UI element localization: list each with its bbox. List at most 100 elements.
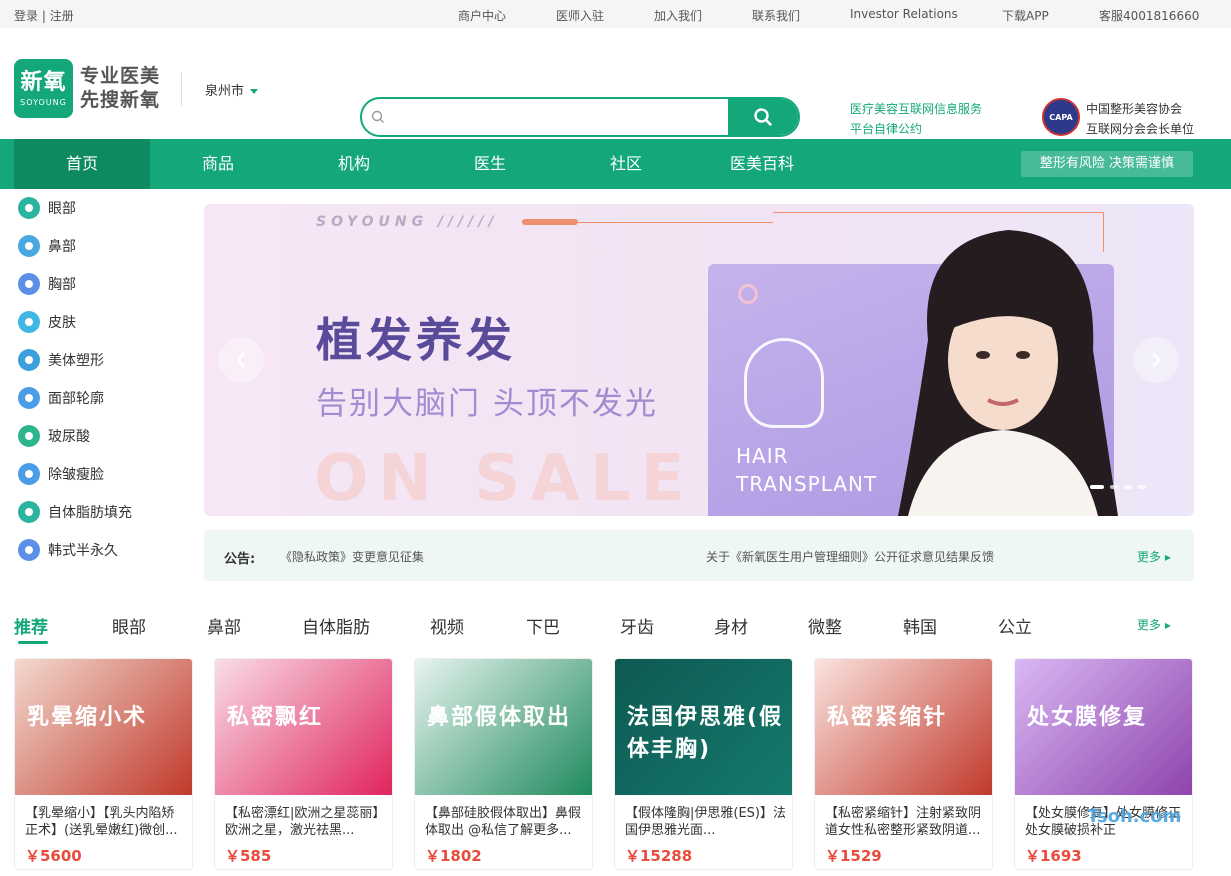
magnifier-icon bbox=[754, 108, 772, 126]
tab-recommended[interactable]: 推荐 bbox=[14, 613, 48, 638]
sidebar-label: 美体塑形 bbox=[48, 353, 104, 369]
platform-convention-link[interactable]: 平台自律公约 bbox=[850, 119, 982, 139]
product-card[interactable]: 鼻部假体取出 【鼻部硅胶假体取出】鼻假体取出 @私信了解更多... ￥1802 bbox=[414, 658, 593, 870]
sidebar-item-body-shaping[interactable]: 美体塑形 bbox=[18, 346, 104, 374]
product-card[interactable]: 处女膜修复 【处女膜修复】处女膜修正处女膜破损补正 ￥1693 bbox=[1014, 658, 1193, 870]
product-image-text: 乳晕缩小术 bbox=[27, 705, 148, 730]
banner-pagination bbox=[1090, 485, 1152, 489]
tab-chin[interactable]: 下巴 bbox=[526, 613, 560, 638]
chevron-left-icon bbox=[236, 352, 245, 368]
sidebar-item-face-contour[interactable]: 面部轮廓 bbox=[18, 384, 104, 412]
contact-us-link[interactable]: 联系我们 bbox=[752, 7, 800, 24]
tab-nose[interactable]: 鼻部 bbox=[207, 613, 241, 638]
nav-doctors[interactable]: 医生 bbox=[422, 139, 558, 189]
sidebar-item-skin[interactable]: 皮肤 bbox=[18, 308, 76, 336]
tab-korea[interactable]: 韩国 bbox=[903, 613, 937, 638]
announcement-bar: 公告: 《隐私政策》变更意见征集 关于《新氧医生用户管理细则》公开征求意见结果反… bbox=[204, 530, 1194, 581]
nav-community[interactable]: 社区 bbox=[558, 139, 694, 189]
sidebar-item-wrinkle[interactable]: 除皱瘦脸 bbox=[18, 460, 104, 488]
pagination-dot[interactable] bbox=[1124, 485, 1132, 489]
sidebar-item-eyes[interactable]: 眼部 bbox=[18, 194, 76, 222]
chest-icon bbox=[18, 273, 40, 295]
product-title[interactable]: 【假体隆胸|伊思雅(ES)】法国伊思雅光面... bbox=[625, 805, 787, 839]
tab-micro[interactable]: 微整 bbox=[808, 613, 842, 638]
watermark: Tsoh.com bbox=[1087, 806, 1182, 827]
product-image: 处女膜修复 bbox=[1015, 659, 1192, 795]
search-input[interactable] bbox=[394, 99, 728, 135]
soyoung-logo[interactable]: 新氧 SOYOUNG bbox=[14, 59, 73, 118]
product-card[interactable]: 私密紧缩针 【私密紧缩针】注射紧致阴道女性私密整形紧致阴道... ￥1529 bbox=[814, 658, 993, 870]
promo-banner[interactable]: SOYOUNG ////// 植发养发 告别大脑门 头顶不发光 ON SALE … bbox=[204, 204, 1194, 516]
join-us-link[interactable]: 加入我们 bbox=[654, 7, 702, 24]
announcement-item[interactable]: 关于《新氧医生用户管理细则》公开征求意见结果反馈 bbox=[706, 548, 994, 565]
product-title[interactable]: 【鼻部硅胶假体取出】鼻假体取出 @私信了解更多... bbox=[425, 805, 587, 839]
card-text-line2: TRANSPLANT bbox=[736, 472, 878, 496]
product-title[interactable]: 【私密漂红|欧洲之星蕊丽】欧洲之星，激光祛黑... bbox=[225, 805, 387, 839]
active-tab-indicator bbox=[18, 641, 48, 644]
product-image: 私密紧缩针 bbox=[815, 659, 992, 795]
city-selector[interactable]: 泉州市 bbox=[205, 80, 259, 99]
pagination-dot[interactable] bbox=[1138, 485, 1146, 489]
nav-products[interactable]: 商品 bbox=[150, 139, 286, 189]
product-price: ￥5600 bbox=[25, 847, 82, 865]
top-utility-bar: 登录 | 注册 商户中心 医师入驻 加入我们 联系我们 Investor Rel… bbox=[0, 0, 1231, 28]
ring-decoration bbox=[738, 284, 758, 304]
city-label: 泉州市 bbox=[205, 84, 245, 99]
download-app-link[interactable]: 下载APP bbox=[1002, 7, 1049, 24]
sidebar-label: 韩式半永久 bbox=[48, 543, 118, 559]
product-title[interactable]: 【私密紧缩针】注射紧致阴道女性私密整形紧致阴道... bbox=[825, 805, 987, 839]
banner-next-button[interactable] bbox=[1133, 337, 1179, 383]
nav-encyclopedia[interactable]: 医美百科 bbox=[694, 139, 830, 189]
tab-public[interactable]: 公立 bbox=[998, 613, 1032, 638]
tab-body[interactable]: 身材 bbox=[714, 613, 748, 638]
announcement-more-link[interactable]: 更多 ▸ bbox=[1137, 548, 1171, 565]
tab-teeth[interactable]: 牙齿 bbox=[620, 613, 654, 638]
syringe-icon bbox=[18, 425, 40, 447]
login-link[interactable]: 登录 bbox=[14, 9, 38, 23]
announcement-item[interactable]: 《隐私政策》变更意见征集 bbox=[280, 548, 424, 565]
product-price: ￥15288 bbox=[625, 847, 693, 865]
pagination-dot[interactable] bbox=[1090, 485, 1104, 489]
sidebar-label: 鼻部 bbox=[48, 239, 76, 255]
skin-icon bbox=[18, 311, 40, 333]
product-card[interactable]: 乳晕缩小术【乳晕缩小】【乳头内陷矫正术】(送乳晕嫩红)微创... ￥5600 bbox=[14, 658, 193, 870]
search-button[interactable] bbox=[728, 99, 798, 135]
search-icon bbox=[362, 99, 394, 135]
nav-institutions[interactable]: 机构 bbox=[286, 139, 422, 189]
tab-eyes[interactable]: 眼部 bbox=[112, 613, 146, 638]
product-card[interactable]: 私密飘红 【私密漂红|欧洲之星蕊丽】欧洲之星，激光祛黑... ￥585 bbox=[214, 658, 393, 870]
banner-prev-button[interactable] bbox=[218, 337, 264, 383]
body-icon bbox=[18, 349, 40, 371]
logo-sub-text: SOYOUNG bbox=[20, 97, 67, 107]
banner-subtitle: 告别大脑门 头顶不发光 bbox=[316, 386, 658, 422]
pagination-dot[interactable] bbox=[1110, 485, 1118, 489]
logo-main-text: 新氧 bbox=[20, 69, 67, 95]
tab-video[interactable]: 视频 bbox=[430, 613, 464, 638]
slogan: 专业医美 先搜新氧 bbox=[80, 64, 160, 112]
banner-brand: SOYOUNG ////// bbox=[316, 214, 499, 230]
sidebar-label: 自体脂肪填充 bbox=[48, 505, 132, 521]
sidebar-item-hyaluronic[interactable]: 玻尿酸 bbox=[18, 422, 90, 450]
internet-info-service-link[interactable]: 医疗美容互联网信息服务 bbox=[850, 99, 982, 119]
product-image-text: 法国伊思雅(假体丰胸) bbox=[627, 705, 784, 762]
product-card[interactable]: 法国伊思雅(假体丰胸) 【假体隆胸|伊思雅(ES)】法国伊思雅光面... ￥1528… bbox=[614, 658, 793, 870]
nav-home[interactable]: 首页 bbox=[14, 139, 150, 189]
slogan-line1: 专业医美 bbox=[80, 65, 161, 87]
customer-service-phone[interactable]: 客服4001816660 bbox=[1099, 7, 1199, 24]
auth-links: 登录 | 注册 bbox=[14, 7, 74, 24]
sidebar-item-fat-fill[interactable]: 自体脂肪填充 bbox=[18, 498, 132, 526]
search-bar bbox=[360, 97, 800, 137]
sidebar-item-nose[interactable]: 鼻部 bbox=[18, 232, 76, 260]
merchant-center-link[interactable]: 商户中心 bbox=[458, 7, 506, 24]
product-image-text: 私密飘红 bbox=[227, 705, 324, 730]
investor-relations-link[interactable]: Investor Relations bbox=[850, 7, 958, 21]
service-links: 医疗美容互联网信息服务 平台自律公约 bbox=[850, 99, 982, 139]
sidebar-item-semi-permanent[interactable]: 韩式半永久 bbox=[18, 536, 118, 564]
tabs-more-link[interactable]: 更多 ▸ bbox=[1137, 616, 1171, 633]
sidebar-item-chest[interactable]: 胸部 bbox=[18, 270, 76, 298]
product-title[interactable]: 【乳晕缩小】【乳头内陷矫正术】(送乳晕嫩红)微创... bbox=[25, 805, 187, 839]
header-divider bbox=[181, 73, 182, 106]
doctor-join-link[interactable]: 医师入驻 bbox=[556, 7, 604, 24]
tab-fat[interactable]: 自体脂肪 bbox=[302, 613, 370, 638]
register-link[interactable]: 注册 bbox=[50, 9, 74, 23]
